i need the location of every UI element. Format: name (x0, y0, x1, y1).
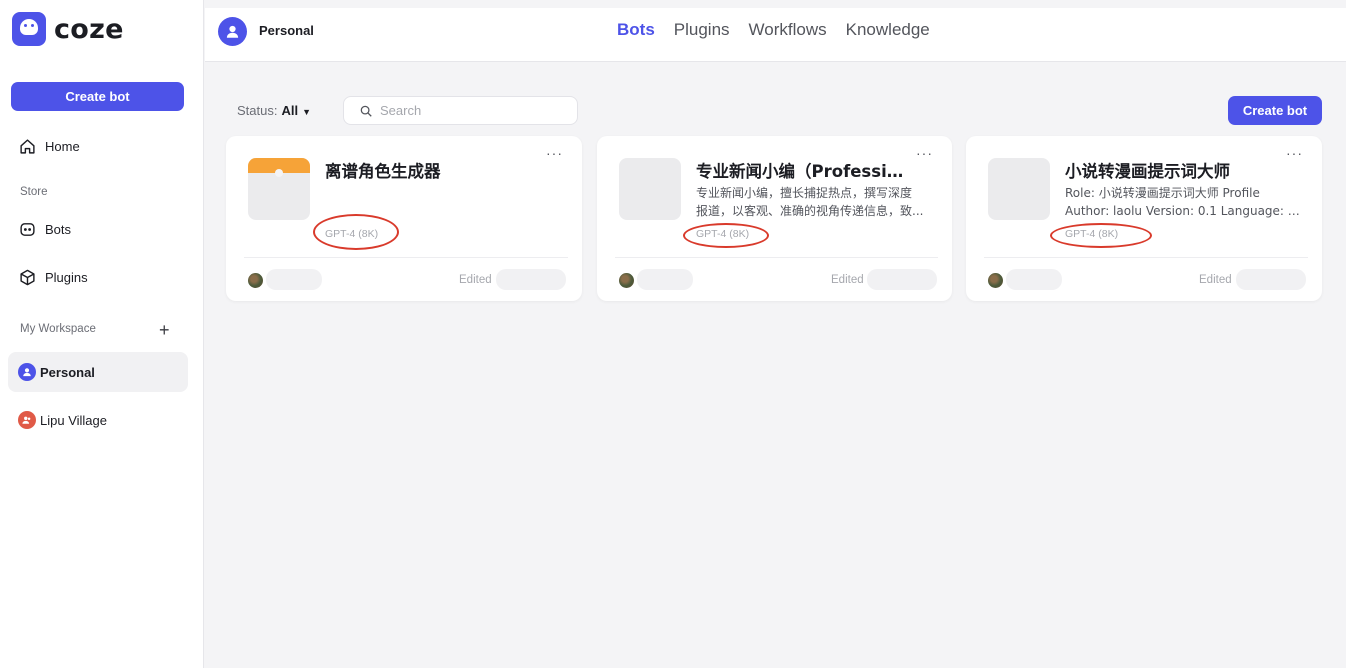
edited-date-blurred (867, 269, 937, 290)
bot-description: 专业新闻小编，擅长捕捉热点，撰写深度 报道，以客观、准确的视角传递信息，致... (696, 184, 932, 220)
logo-text: coze (54, 13, 124, 45)
coze-logo-icon (12, 12, 46, 46)
tab-knowledge[interactable]: Knowledge (846, 20, 930, 40)
bot-avatar (619, 158, 681, 220)
sidebar-item-label: Personal (40, 364, 95, 380)
bot-title: 离谱角色生成器 (325, 162, 441, 181)
annotation-circle (1050, 223, 1152, 248)
creator-name-blurred (637, 269, 693, 290)
tab-plugins[interactable]: Plugins (674, 20, 730, 40)
creator-name-blurred (1006, 269, 1062, 290)
bot-card[interactable]: 专业新闻小编（Profession... 专业新闻小编，擅长捕捉热点，撰写深度 … (597, 136, 952, 301)
tab-bots[interactable]: Bots (617, 20, 655, 40)
annotation-circle (313, 214, 399, 250)
search-box[interactable] (343, 96, 578, 125)
workspace-section-label: My Workspace (20, 323, 96, 335)
search-input[interactable] (380, 103, 560, 118)
creator-avatar (988, 273, 1003, 288)
bot-title: 专业新闻小编（Profession... (696, 162, 914, 181)
bot-icon (18, 220, 36, 238)
bot-title: 小说转漫画提示词大师 (1065, 162, 1230, 181)
sidebar-item-plugins[interactable]: Plugins (8, 258, 188, 296)
bot-description-line: Role: 小说转漫画提示词大师 Profile (1065, 186, 1260, 200)
sidebar-item-label: Lipu Village (40, 412, 107, 428)
edited-date-blurred (1236, 269, 1306, 290)
creator-avatar (619, 273, 634, 288)
edited-date-blurred (496, 269, 566, 290)
top-bar: Personal Bots Plugins Workflows Knowledg… (205, 8, 1346, 62)
sidebar-item-label: Plugins (45, 269, 88, 285)
bot-description: Role: 小说转漫画提示词大师 Profile Author: laolu V… (1065, 184, 1301, 220)
edited-label: Edited (831, 274, 864, 286)
more-options-icon[interactable]: ··· (546, 146, 563, 160)
status-label: Status: (237, 103, 278, 118)
annotation-circle (683, 223, 769, 248)
cube-icon (18, 268, 36, 286)
more-options-icon[interactable]: ··· (916, 146, 933, 160)
bot-card[interactable]: 离谱角色生成器 ··· GPT-4 (8K) Edited (226, 136, 582, 301)
sidebar-item-bots[interactable]: Bots (8, 210, 188, 248)
bot-avatar (988, 158, 1050, 220)
add-workspace-plus-icon[interactable]: + (159, 320, 170, 341)
team-avatar-icon (18, 411, 36, 429)
sidebar-item-label: Bots (45, 221, 72, 237)
sidebar-item-home[interactable]: Home (8, 127, 188, 165)
bot-description-line: 专业新闻小编，擅长捕捉热点，撰写深度 (696, 186, 913, 200)
status-value: All (281, 103, 299, 118)
workspace-name: Personal (259, 23, 314, 38)
card-divider (244, 257, 568, 258)
edited-label: Edited (1199, 274, 1232, 286)
main-tabs: Bots Plugins Workflows Knowledge (617, 20, 930, 40)
creator-name-blurred (266, 269, 322, 290)
sidebar-create-bot-button[interactable]: Create bot (11, 82, 184, 111)
tab-workflows[interactable]: Workflows (749, 20, 827, 40)
bot-card[interactable]: 小说转漫画提示词大师 Role: 小说转漫画提示词大师 Profile Auth… (966, 136, 1322, 301)
sidebar-item-label: Home (45, 138, 80, 154)
bot-description-line: Author: laolu Version: 0.1 Language: 中..… (1065, 204, 1301, 218)
store-section-label: Store (20, 186, 48, 198)
personal-avatar-icon (18, 363, 36, 381)
logo[interactable]: coze (12, 12, 124, 46)
sidebar-item-lipu-village[interactable]: Lipu Village (8, 401, 188, 439)
sidebar-item-personal[interactable]: Personal (8, 352, 188, 392)
workspace-avatar-icon[interactable] (218, 17, 247, 46)
sidebar: coze Create bot Home Store Bots Plugins … (0, 0, 204, 668)
card-divider (615, 257, 938, 258)
status-filter[interactable]: Status: All ▼ (237, 103, 311, 118)
home-icon (18, 137, 36, 155)
creator-avatar (248, 273, 263, 288)
search-icon (360, 105, 372, 117)
caret-down-icon: ▼ (302, 107, 312, 117)
edited-label: Edited (459, 274, 492, 286)
bot-description-line: 报道，以客观、准确的视角传递信息，致... (696, 204, 924, 218)
create-bot-button[interactable]: Create bot (1228, 96, 1322, 125)
more-options-icon[interactable]: ··· (1286, 146, 1303, 160)
bot-avatar (248, 158, 310, 220)
card-divider (984, 257, 1308, 258)
